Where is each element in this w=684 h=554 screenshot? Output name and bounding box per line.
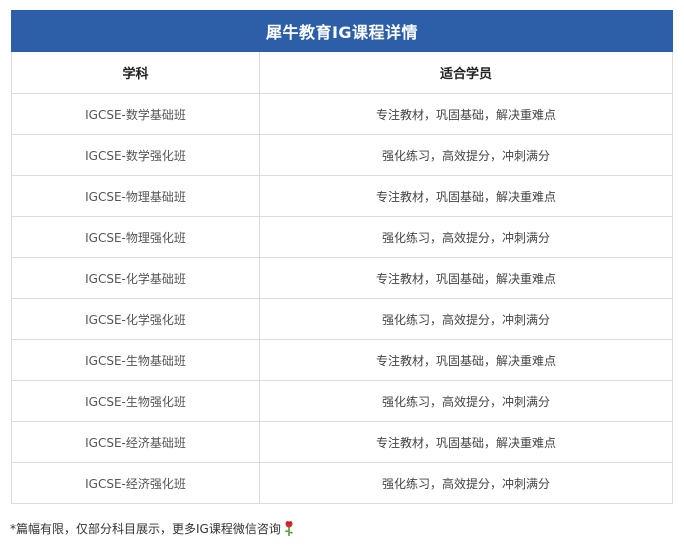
course-audience: 强化练习，高效提分，冲刺满分 — [259, 380, 673, 422]
table-row: IGCSE-经济强化班 强化练习，高效提分，冲刺满分 — [11, 462, 673, 504]
course-audience: 强化练习，高效提分，冲刺满分 — [259, 216, 673, 258]
table-row: IGCSE-经济基础班 专注教材，巩固基础，解决重难点 — [11, 421, 673, 463]
table-row: IGCSE-物理基础班 专注教材，巩固基础，解决重难点 — [11, 175, 673, 217]
rose-icon — [283, 520, 295, 539]
table-title: 犀牛教育IG课程详情 — [11, 10, 673, 52]
table-header-row: 学科 适合学员 — [11, 51, 673, 94]
course-audience: 强化练习，高效提分，冲刺满分 — [259, 298, 673, 340]
course-audience: 强化练习，高效提分，冲刺满分 — [259, 462, 673, 504]
course-name: IGCSE-物理基础班 — [11, 175, 260, 217]
table-row: IGCSE-化学基础班 专注教材，巩固基础，解决重难点 — [11, 257, 673, 299]
course-audience: 专注教材，巩固基础，解决重难点 — [259, 339, 673, 381]
course-audience: 专注教材，巩固基础，解决重难点 — [259, 257, 673, 299]
table-row: IGCSE-数学强化班 强化练习，高效提分，冲刺满分 — [11, 134, 673, 176]
table-title-row: 犀牛教育IG课程详情 — [11, 10, 673, 52]
table-row: IGCSE-物理强化班 强化练习，高效提分，冲刺满分 — [11, 216, 673, 258]
course-name: IGCSE-经济强化班 — [11, 462, 260, 504]
course-name: IGCSE-化学基础班 — [11, 257, 260, 299]
course-audience: 专注教材，巩固基础，解决重难点 — [259, 93, 673, 135]
column-header-subject: 学科 — [11, 51, 260, 94]
column-header-audience: 适合学员 — [259, 51, 673, 94]
course-table: 犀牛教育IG课程详情 学科 适合学员 IGCSE-数学基础班 专注教材，巩固基础… — [11, 10, 673, 504]
course-name: IGCSE-经济基础班 — [11, 421, 260, 463]
course-name: IGCSE-化学强化班 — [11, 298, 260, 340]
course-name: IGCSE-数学基础班 — [11, 93, 260, 135]
course-name: IGCSE-生物强化班 — [11, 380, 260, 422]
table-row: IGCSE-生物基础班 专注教材，巩固基础，解决重难点 — [11, 339, 673, 381]
table-row: IGCSE-生物强化班 强化练习，高效提分，冲刺满分 — [11, 380, 673, 422]
course-name: IGCSE-生物基础班 — [11, 339, 260, 381]
table-row: IGCSE-化学强化班 强化练习，高效提分，冲刺满分 — [11, 298, 673, 340]
course-audience: 专注教材，巩固基础，解决重难点 — [259, 421, 673, 463]
course-name: IGCSE-物理强化班 — [11, 216, 260, 258]
table-row: IGCSE-数学基础班 专注教材，巩固基础，解决重难点 — [11, 93, 673, 135]
footnote: *篇幅有限，仅部分科目展示，更多IG课程微信咨询 — [10, 520, 295, 539]
course-name: IGCSE-数学强化班 — [11, 134, 260, 176]
footnote-text: *篇幅有限，仅部分科目展示，更多IG课程微信咨询 — [10, 522, 281, 536]
course-table-container: 犀牛教育IG课程详情 学科 适合学员 IGCSE-数学基础班 专注教材，巩固基础… — [11, 10, 673, 504]
course-audience: 专注教材，巩固基础，解决重难点 — [259, 175, 673, 217]
course-audience: 强化练习，高效提分，冲刺满分 — [259, 134, 673, 176]
